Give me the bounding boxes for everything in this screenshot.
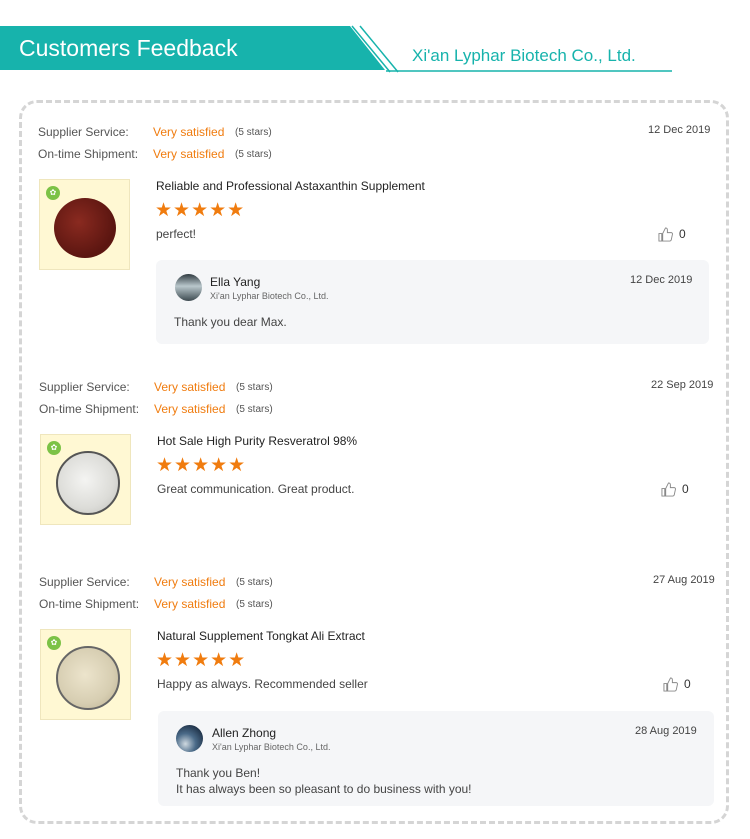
product-title-link[interactable]: Reliable and Professional Astaxanthin Su… [156, 179, 425, 193]
ontime-shipment-value: Very satisfied [154, 402, 226, 416]
reply-line: Thank you Ben! [176, 766, 261, 780]
brand-leaf-icon: ✿ [46, 186, 60, 200]
review-date: 27 Aug 2019 [653, 574, 715, 586]
white-powder-image [56, 451, 120, 515]
product-title-link[interactable]: Natural Supplement Tongkat Ali Extract [157, 629, 365, 643]
reply-author-company: Xi'an Lyphar Biotech Co., Ltd. [212, 742, 331, 752]
supplier-service-stars: (5 stars) [236, 577, 273, 588]
review-comment: Great communication. Great product. [157, 482, 355, 496]
thumbs-up-icon [658, 227, 673, 242]
company-name: Xi'an Lyphar Biotech Co., Ltd. [412, 46, 636, 65]
seller-reply: Ella Yang Xi'an Lyphar Biotech Co., Ltd.… [156, 260, 709, 344]
reply-author-name: Allen Zhong [212, 726, 277, 740]
reply-text: Thank you Ben! It has always been so ple… [176, 765, 472, 797]
supplier-service-stars: (5 stars) [236, 382, 273, 393]
like-button[interactable]: 0 [663, 677, 691, 692]
seller-avatar [176, 725, 203, 752]
review-date: 12 Dec 2019 [648, 124, 711, 136]
product-thumbnail[interactable]: ✿ [40, 434, 131, 525]
supplier-service-value: Very satisfied [154, 575, 226, 589]
ontime-shipment-value: Very satisfied [154, 597, 226, 611]
supplier-service-value: Very satisfied [154, 380, 226, 394]
reply-text: Thank you dear Max. [174, 314, 287, 330]
product-title-link[interactable]: Hot Sale High Purity Resveratrol 98% [157, 434, 357, 448]
beige-powder-image [56, 646, 120, 710]
like-count: 0 [682, 482, 689, 496]
brand-leaf-icon: ✿ [47, 636, 61, 650]
ontime-shipment-stars: (5 stars) [236, 404, 273, 415]
product-thumbnail[interactable]: ✿ [40, 629, 131, 720]
page-title: Customers Feedback [19, 35, 238, 61]
supplier-service-label: Supplier Service: [39, 575, 130, 589]
supplier-service-label: Supplier Service: [39, 380, 130, 394]
supplier-service-label: Supplier Service: [38, 125, 129, 139]
thumbs-up-icon [663, 677, 678, 692]
reply-author-company: Xi'an Lyphar Biotech Co., Ltd. [210, 291, 329, 301]
rating-stars: ★★★★★ [155, 200, 246, 221]
ontime-shipment-label: On-time Shipment: [39, 402, 140, 416]
reply-date: 28 Aug 2019 [635, 725, 697, 737]
like-count: 0 [679, 227, 686, 241]
reply-date: 12 Dec 2019 [630, 274, 693, 286]
ontime-shipment-stars: (5 stars) [236, 599, 273, 610]
review-date: 22 Sep 2019 [651, 379, 714, 391]
review-comment: perfect! [156, 227, 197, 241]
like-button[interactable]: 0 [661, 482, 689, 497]
supplier-service-value: Very satisfied [153, 125, 225, 139]
seller-avatar [175, 274, 202, 301]
thumbs-up-icon [661, 482, 676, 497]
ontime-shipment-stars: (5 stars) [235, 149, 272, 160]
seller-reply: Allen Zhong Xi'an Lyphar Biotech Co., Lt… [158, 711, 714, 806]
like-count: 0 [684, 677, 691, 691]
supplier-service-stars: (5 stars) [235, 127, 272, 138]
reply-line: Thank you dear Max. [174, 315, 287, 329]
rating-stars: ★★★★★ [156, 455, 247, 476]
feedback-panel: Supplier Service: Very satisfied (5 star… [19, 100, 729, 824]
ontime-shipment-label: On-time Shipment: [39, 597, 140, 611]
review-comment: Happy as always. Recommended seller [157, 677, 368, 691]
brand-leaf-icon: ✿ [47, 441, 61, 455]
rating-stars: ★★★★★ [156, 650, 247, 671]
ontime-shipment-label: On-time Shipment: [38, 147, 139, 161]
product-thumbnail[interactable]: ✿ [39, 179, 130, 270]
reply-line: It has always been so pleasant to do bus… [176, 782, 472, 796]
ontime-shipment-value: Very satisfied [153, 147, 225, 161]
header-banner: Customers Feedback Xi'an Lyphar Biotech … [0, 0, 750, 80]
like-button[interactable]: 0 [658, 227, 686, 242]
red-powder-image [54, 198, 116, 258]
reply-author-name: Ella Yang [210, 275, 261, 289]
